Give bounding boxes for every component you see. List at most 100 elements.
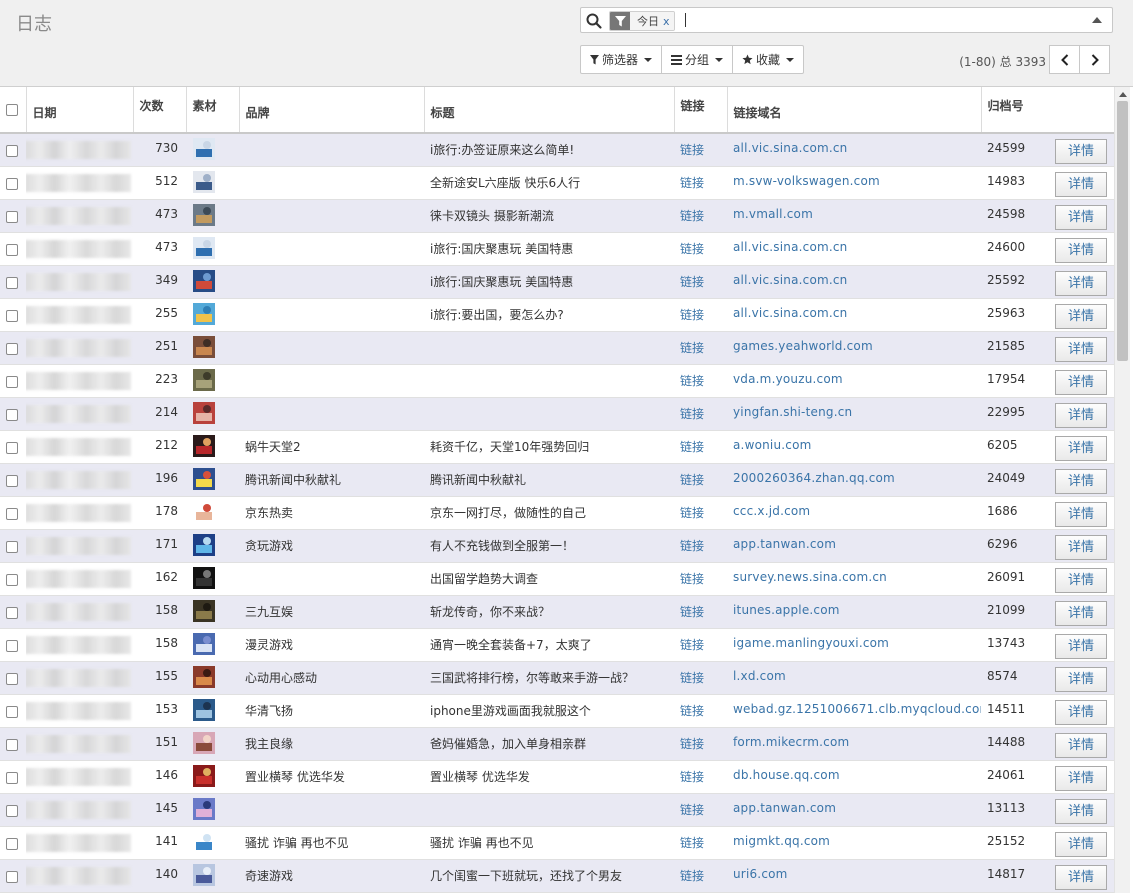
link-anchor[interactable]: 链接 [680,605,704,619]
material-thumbnail[interactable] [193,533,215,556]
link-anchor[interactable]: 链接 [680,539,704,553]
column-header-date[interactable]: 日期 [25,87,133,134]
row-checkbox[interactable] [6,540,18,553]
row-checkbox[interactable] [6,507,18,520]
material-thumbnail[interactable] [193,467,215,490]
scrollbar-thumb[interactable] [1117,101,1128,361]
row-checkbox[interactable] [6,771,18,784]
search-facet-remove[interactable]: x [663,15,670,28]
vertical-scrollbar[interactable] [1114,87,1130,893]
row-checkbox[interactable] [6,375,18,388]
row-checkbox[interactable] [6,705,18,718]
detail-button[interactable]: 详情 [1055,369,1107,395]
material-thumbnail[interactable] [193,863,215,886]
link-anchor[interactable]: 链接 [680,737,704,751]
row-checkbox[interactable] [6,804,18,817]
material-thumbnail[interactable] [193,434,215,457]
table-row[interactable]: 151 我主良缘 爸妈催婚急，加入单身相亲群 链接 form.mikecrm.c… [0,727,1114,761]
link-anchor[interactable]: 链接 [680,407,704,421]
detail-button[interactable]: 详情 [1055,435,1107,461]
link-anchor[interactable]: 链接 [680,341,704,355]
search-box[interactable]: 今日 x [580,7,1113,33]
material-thumbnail[interactable] [193,731,215,754]
row-checkbox[interactable] [6,441,18,454]
material-thumbnail[interactable] [193,203,215,226]
table-row[interactable]: 162 出国留学趋势大调查 链接 survey.news.sina.com.cn… [0,562,1114,596]
material-thumbnail[interactable] [193,632,215,655]
table-row[interactable]: 145 链接 app.tanwan.com 13113 详情 [0,793,1114,827]
link-anchor[interactable]: 链接 [680,473,704,487]
row-checkbox[interactable] [6,672,18,685]
material-thumbnail[interactable] [193,401,215,424]
row-checkbox[interactable] [6,342,18,355]
table-row[interactable]: 349 i旅行:国庆聚惠玩 美国特惠 链接 all.vic.sina.com.c… [0,265,1114,299]
table-row[interactable]: 223 链接 vda.m.youzu.com 17954 详情 [0,364,1114,398]
column-header-material[interactable]: 素材 [185,87,239,134]
table-row[interactable]: 141 骚扰 诈骗 再也不见 骚扰 诈骗 再也不见 链接 migmkt.qq.c… [0,826,1114,860]
link-anchor[interactable]: 链接 [680,242,704,256]
detail-button[interactable]: 详情 [1055,633,1107,659]
link-anchor[interactable]: 链接 [680,638,704,652]
detail-button[interactable]: 详情 [1055,864,1107,890]
detail-button[interactable]: 详情 [1055,831,1107,857]
material-thumbnail[interactable] [193,764,215,787]
link-anchor[interactable]: 链接 [680,275,704,289]
detail-button[interactable]: 详情 [1055,303,1107,329]
search-input[interactable] [685,13,686,27]
table-row[interactable]: 473 徕卡双镜头 摄影新潮流 链接 m.vmall.com 24598 详情 [0,199,1114,233]
link-anchor[interactable]: 链接 [680,671,704,685]
material-thumbnail[interactable] [193,335,215,358]
row-checkbox[interactable] [6,639,18,652]
link-anchor[interactable]: 链接 [680,770,704,784]
detail-button[interactable]: 详情 [1055,336,1107,362]
row-checkbox[interactable] [6,837,18,850]
select-all-checkbox[interactable] [6,104,18,116]
row-checkbox[interactable] [6,309,18,322]
link-anchor[interactable]: 链接 [680,440,704,454]
link-anchor[interactable]: 链接 [680,176,704,190]
column-header-title[interactable]: 标题 [423,87,674,134]
detail-button[interactable]: 详情 [1055,468,1107,494]
table-row[interactable]: 251 链接 games.yeahworld.com 21585 详情 [0,331,1114,365]
row-checkbox[interactable] [6,210,18,223]
material-thumbnail[interactable] [193,368,215,391]
detail-button[interactable]: 详情 [1055,699,1107,725]
detail-button[interactable]: 详情 [1055,237,1107,263]
link-anchor[interactable]: 链接 [680,869,704,883]
favorites-button[interactable]: 收藏 [732,45,805,74]
row-checkbox[interactable] [6,408,18,421]
row-checkbox[interactable] [6,177,18,190]
table-row[interactable]: 730 i旅行:办签证原来这么简单! 链接 all.vic.sina.com.c… [0,133,1114,167]
detail-button[interactable]: 详情 [1055,534,1107,560]
material-thumbnail[interactable] [193,236,215,259]
column-header-archive[interactable]: 归档号 [980,87,1049,134]
search-icon[interactable] [585,12,603,30]
link-anchor[interactable]: 链接 [680,803,704,817]
table-row[interactable]: 473 i旅行:国庆聚惠玩 美国特惠 链接 all.vic.sina.com.c… [0,232,1114,266]
detail-button[interactable]: 详情 [1055,139,1107,164]
pager-next-button[interactable] [1079,45,1110,74]
table-row[interactable]: 158 漫灵游戏 通宵一晚全套装备+7，太爽了 链接 igame.manling… [0,628,1114,662]
table-row[interactable]: 512 全新途安L六座版 快乐6人行 链接 m.svw-volkswagen.c… [0,166,1114,200]
material-thumbnail[interactable] [193,138,215,160]
table-row[interactable]: 153 华清飞扬 iphone里游戏画面我就服这个 链接 webad.gz.12… [0,694,1114,728]
row-checkbox[interactable] [6,474,18,487]
material-thumbnail[interactable] [193,302,215,325]
detail-button[interactable]: 详情 [1055,765,1107,791]
row-checkbox[interactable] [6,606,18,619]
link-anchor[interactable]: 链接 [680,308,704,322]
scroll-up-arrow-icon[interactable] [1119,92,1127,97]
detail-button[interactable]: 详情 [1055,270,1107,296]
row-checkbox[interactable] [6,276,18,289]
table-row[interactable]: 196 腾讯新闻中秋献礼 腾讯新闻中秋献礼 链接 2000260364.zhan… [0,463,1114,497]
link-anchor[interactable]: 链接 [680,143,704,157]
row-checkbox[interactable] [6,738,18,751]
column-header-brand[interactable]: 品牌 [238,87,424,134]
detail-button[interactable]: 详情 [1055,600,1107,626]
detail-button[interactable]: 详情 [1055,567,1107,593]
table-row[interactable]: 178 京东热卖 京东一网打尽，做随性的自己 链接 ccc.x.jd.com 1… [0,496,1114,530]
material-thumbnail[interactable] [193,566,215,589]
detail-button[interactable]: 详情 [1055,798,1107,824]
detail-button[interactable]: 详情 [1055,171,1107,197]
table-row[interactable]: 146 置业横琴 优选华发 置业横琴 优选华发 链接 db.house.qq.c… [0,760,1114,794]
